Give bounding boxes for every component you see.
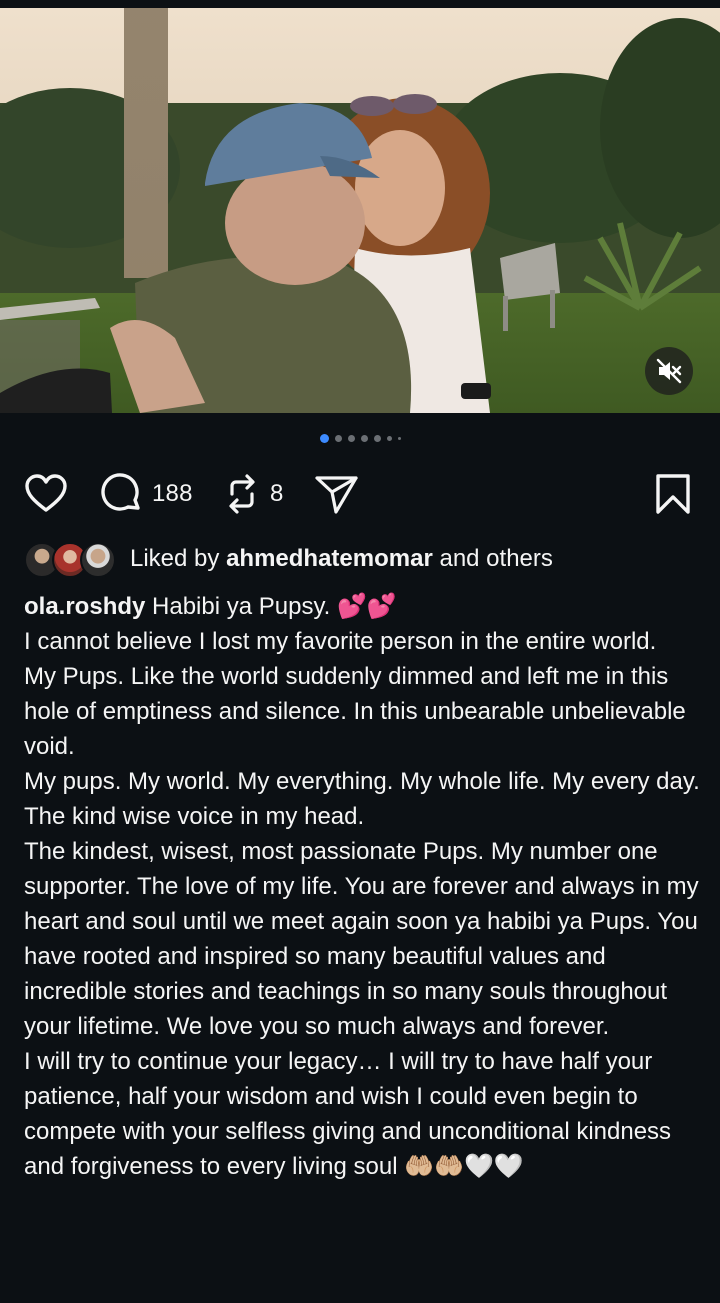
bookmark-icon <box>656 474 690 514</box>
caption-first-line: ola.roshdy Habibi ya Pupsy. 💕💕 <box>24 589 704 624</box>
share-button[interactable] <box>314 470 360 518</box>
carousel-dot <box>386 436 392 441</box>
carousel-indicator <box>0 434 720 443</box>
comment-bubble-icon <box>101 473 140 511</box>
carousel-dot <box>334 435 342 442</box>
caption-username[interactable]: ola.roshdy <box>24 593 145 620</box>
carousel-dot <box>373 435 381 442</box>
paper-plane-icon <box>315 476 358 514</box>
caption-paragraph: My Pups. Like the world suddenly dimmed … <box>24 663 686 760</box>
status-bar-strip <box>0 0 720 8</box>
repost-count: 8 <box>270 480 284 507</box>
carousel-dot <box>397 437 401 440</box>
mute-toggle-button[interactable] <box>645 347 693 395</box>
post-photo-illustration <box>0 8 720 413</box>
liked-by-row[interactable]: Liked by ahmedhatemomar and others <box>24 539 553 579</box>
liked-by-username[interactable]: ahmedhatemomar <box>226 545 433 573</box>
post-photo[interactable] <box>0 8 720 413</box>
caption-paragraph: I cannot believe I lost my favorite pers… <box>24 628 657 655</box>
post-caption: ola.roshdy Habibi ya Pupsy. 💕💕 I cannot … <box>24 589 704 1184</box>
comment-button[interactable]: 188 <box>100 470 193 518</box>
caption-paragraph: The kindest, wisest, most passionate Pup… <box>24 838 699 1040</box>
avatar <box>80 542 116 578</box>
carousel-dot-active <box>319 434 329 443</box>
post-action-bar: 188 8 <box>0 470 720 518</box>
repost-arrows-icon <box>229 474 255 514</box>
like-button[interactable] <box>24 470 68 518</box>
repost-button[interactable]: 8 <box>222 470 284 518</box>
comment-count: 188 <box>152 480 193 507</box>
carousel-dot <box>360 435 368 442</box>
speaker-muted-icon <box>656 358 682 384</box>
liked-by-suffix: and others <box>439 545 553 572</box>
caption-opening: Habibi ya Pupsy. 💕💕 <box>152 593 397 620</box>
caption-paragraph: My pups. My world. My everything. My who… <box>24 768 700 830</box>
liker-avatars <box>24 540 116 578</box>
caption-paragraph: I will try to continue your legacy… I wi… <box>24 1048 672 1180</box>
heart-outline-icon <box>25 474 67 512</box>
liked-by-prefix: Liked by <box>130 545 220 572</box>
save-button[interactable] <box>654 470 692 518</box>
carousel-dot <box>347 435 355 442</box>
